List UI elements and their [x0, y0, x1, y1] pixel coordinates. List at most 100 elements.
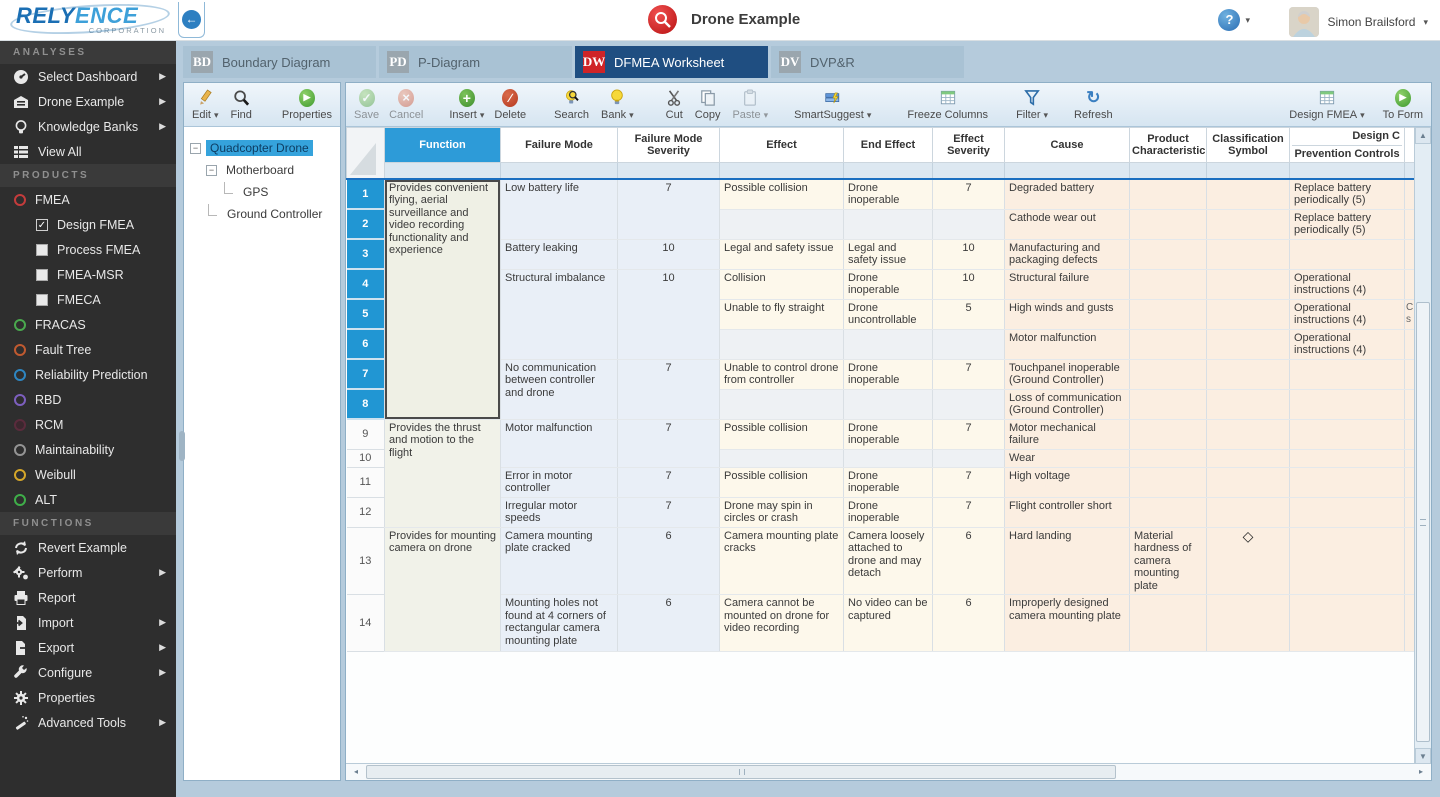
row-number[interactable]: 12 — [347, 497, 385, 527]
sidebar-item-export[interactable]: Export▶ — [0, 635, 176, 660]
table-cell-classsym[interactable] — [1207, 359, 1290, 389]
row-number[interactable]: 4 — [347, 269, 385, 299]
column-header-failuremode[interactable]: Failure Mode — [501, 128, 618, 163]
table-cell-prevention[interactable] — [1290, 497, 1405, 527]
table-cell-effect[interactable]: Possible collision — [720, 179, 844, 210]
table-cell-prevention[interactable] — [1290, 595, 1405, 652]
filter-cell-peek[interactable] — [1405, 163, 1415, 179]
table-cell-prevention[interactable] — [1290, 389, 1405, 419]
cancel-button[interactable]: ×Cancel — [389, 87, 423, 121]
row-number[interactable]: 3 — [347, 239, 385, 269]
tree-node-gps[interactable]: GPS — [188, 181, 336, 203]
table-cell-endeffect[interactable]: Drone inoperable — [844, 179, 933, 210]
checkbox-icon[interactable] — [36, 269, 48, 281]
column-header-effseverity[interactable]: Effect Severity — [933, 128, 1005, 163]
table-cell-fmseverity[interactable]: 6 — [618, 527, 720, 595]
table-cell-peek[interactable] — [1405, 389, 1415, 419]
tree-node-ground-controller[interactable]: Ground Controller — [188, 203, 336, 225]
table-cell-effect[interactable] — [720, 389, 844, 419]
filter-cell-cause[interactable] — [1005, 163, 1130, 179]
table-cell-prodchar[interactable] — [1130, 329, 1207, 359]
row-number[interactable]: 10 — [347, 449, 385, 467]
table-cell-prevention[interactable] — [1290, 467, 1405, 497]
table-cell-endeffect[interactable]: Drone inoperable — [844, 419, 933, 449]
table-cell-fmseverity[interactable]: 7 — [618, 467, 720, 497]
sidebar-item-process-fmea[interactable]: Process FMEA — [0, 237, 176, 262]
row-number[interactable]: 5 — [347, 299, 385, 329]
table-cell-cause[interactable]: Manufacturing and packaging defects — [1005, 239, 1130, 269]
table-cell-effseverity[interactable]: 5 — [933, 299, 1005, 329]
cut-button[interactable]: Cut — [666, 87, 683, 121]
table-cell-failuremode[interactable]: Error in motor controller — [501, 467, 618, 497]
table-cell-cause[interactable]: Touchpanel inoperable (Ground Controller… — [1005, 359, 1130, 389]
table-cell-effect[interactable] — [720, 209, 844, 239]
sidebar-item-fmea-msr[interactable]: FMEA-MSR — [0, 262, 176, 287]
table-cell-peek[interactable] — [1405, 329, 1415, 359]
table-cell-prodchar[interactable] — [1130, 239, 1207, 269]
table-cell-cause[interactable]: Improperly designed camera mounting plat… — [1005, 595, 1130, 652]
row-number[interactable]: 6 — [347, 329, 385, 359]
table-cell-effseverity[interactable]: 6 — [933, 595, 1005, 652]
select-all-corner[interactable] — [347, 128, 385, 179]
sidebar-item-select-dashboard[interactable]: Select Dashboard▶ — [0, 64, 176, 89]
table-cell-fmseverity[interactable]: 10 — [618, 269, 720, 359]
table-cell-cause[interactable]: High voltage — [1005, 467, 1130, 497]
table-cell-effseverity[interactable]: 6 — [933, 527, 1005, 595]
table-cell-fmseverity[interactable]: 10 — [618, 239, 720, 269]
sidebar-item-rbd[interactable]: RBD — [0, 387, 176, 412]
user-menu[interactable]: Simon Brailsford ▾ — [1289, 7, 1428, 37]
scroll-down-button[interactable]: ▼ — [1415, 748, 1431, 763]
table-cell-prevention[interactable]: Replace battery periodically (5) — [1290, 179, 1405, 210]
table-cell-cause[interactable]: Loss of communication (Ground Controller… — [1005, 389, 1130, 419]
table-cell-function[interactable]: Provides the thrust and motion to the fl… — [385, 419, 501, 527]
bank-button[interactable]: Bank▾ — [601, 87, 634, 121]
tree-node-quadcopter-drone[interactable]: −Quadcopter Drone — [188, 137, 336, 159]
table-cell-classsym[interactable] — [1207, 467, 1290, 497]
table-cell-prevention[interactable]: Operational instructions (4) — [1290, 329, 1405, 359]
sidebar-item-reliability-prediction[interactable]: Reliability Prediction — [0, 362, 176, 387]
table-cell-effect[interactable] — [720, 329, 844, 359]
table-cell-prevention[interactable] — [1290, 419, 1405, 449]
filter-cell-prevention[interactable] — [1290, 163, 1405, 179]
sidebar-item-perform[interactable]: Perform▶ — [0, 560, 176, 585]
table-cell-endeffect[interactable] — [844, 389, 933, 419]
table-cell-effseverity[interactable]: 7 — [933, 497, 1005, 527]
row-number[interactable]: 8 — [347, 389, 385, 419]
table-cell-prodchar[interactable] — [1130, 179, 1207, 210]
table-cell-cause[interactable]: Flight controller short — [1005, 497, 1130, 527]
table-cell-effect[interactable]: Possible collision — [720, 419, 844, 449]
clipped-next-column-header[interactable] — [1405, 128, 1415, 163]
table-cell-prodchar[interactable] — [1130, 299, 1207, 329]
table-cell-endeffect[interactable]: No video can be captured — [844, 595, 933, 652]
table-cell-prodchar[interactable] — [1130, 449, 1207, 467]
panel-splitter-handle[interactable] — [179, 431, 185, 461]
table-cell-effect[interactable]: Camera mounting plate cracks — [720, 527, 844, 595]
sidebar-item-fracas[interactable]: FRACAS — [0, 312, 176, 337]
edit-button[interactable]: Edit▾ — [192, 87, 219, 121]
table-cell-endeffect[interactable]: Legal and safety issue — [844, 239, 933, 269]
tree-collapse-icon[interactable]: − — [206, 165, 217, 176]
sidebar-item-weibull[interactable]: Weibull — [0, 462, 176, 487]
tab-dfmea-worksheet[interactable]: DWDFMEA Worksheet — [575, 46, 768, 78]
table-cell-classsym[interactable] — [1207, 449, 1290, 467]
table-cell-cause[interactable]: Motor mechanical failure — [1005, 419, 1130, 449]
table-cell-effect[interactable]: Drone may spin in circles or crash — [720, 497, 844, 527]
table-cell-prodchar[interactable] — [1130, 595, 1207, 652]
sidebar-item-rcm[interactable]: RCM — [0, 412, 176, 437]
table-cell-function[interactable]: Provides convenient flying, aerial surve… — [385, 179, 501, 420]
table-cell-endeffect[interactable]: Drone uncontrollable — [844, 299, 933, 329]
sidebar-item-import[interactable]: Import▶ — [0, 610, 176, 635]
sidebar-item-knowledge-banks[interactable]: Knowledge Banks▶ — [0, 114, 176, 139]
table-cell-effseverity[interactable]: 7 — [933, 179, 1005, 210]
table-cell-prodchar[interactable] — [1130, 269, 1207, 299]
table-cell-peek[interactable]: C s — [1405, 299, 1415, 329]
sidebar-item-alt[interactable]: ALT — [0, 487, 176, 512]
table-cell-effect[interactable]: Collision — [720, 269, 844, 299]
column-header-endeffect[interactable]: End Effect — [844, 128, 933, 163]
sidebar-item-maintainability[interactable]: Maintainability — [0, 437, 176, 462]
table-cell-prodchar[interactable]: Material hardness of camera mounting pla… — [1130, 527, 1207, 595]
table-cell-failuremode[interactable]: Mounting holes not found at 4 corners of… — [501, 595, 618, 652]
column-header-prevention-controls[interactable]: Design CPrevention Controls — [1290, 128, 1405, 163]
table-cell-fmseverity[interactable]: 7 — [618, 179, 720, 240]
column-header-cause[interactable]: Cause — [1005, 128, 1130, 163]
